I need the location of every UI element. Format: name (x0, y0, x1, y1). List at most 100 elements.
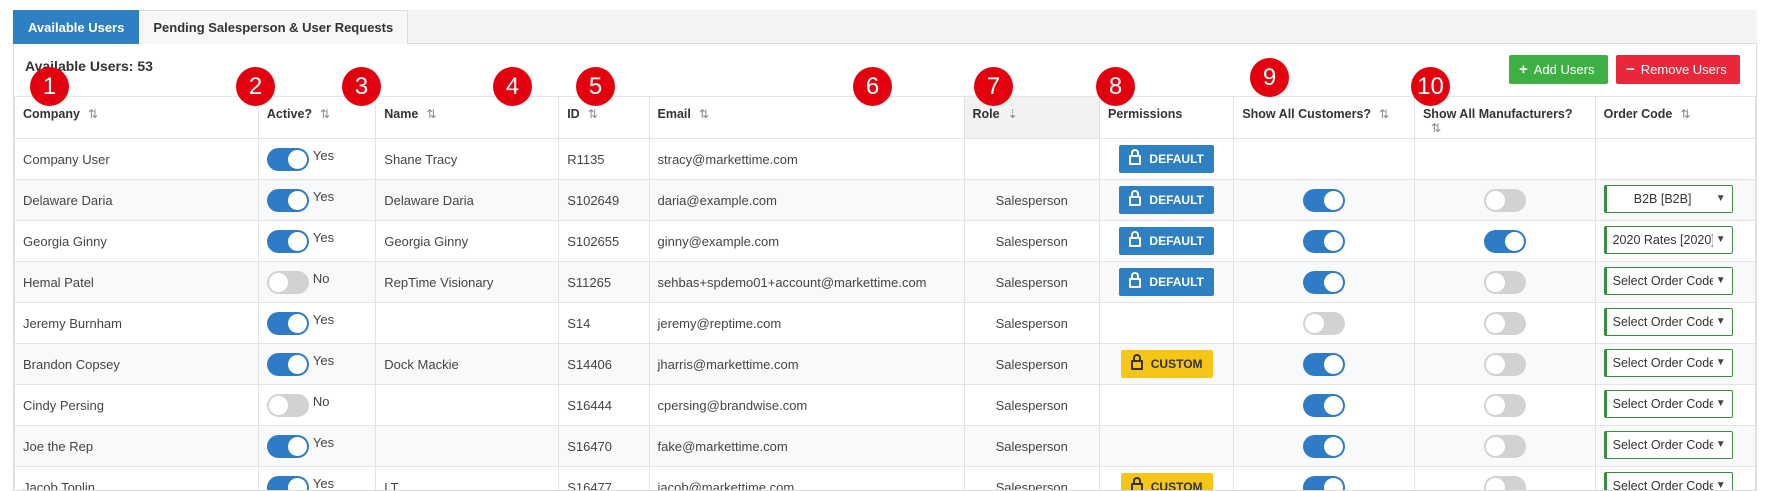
toggle-switch[interactable] (266, 352, 309, 376)
toggle-knob (1485, 313, 1505, 333)
permission-label: DEFAULT (1149, 152, 1204, 166)
sort-icon[interactable]: ⇅ (426, 107, 436, 121)
cell-active: No (257, 261, 377, 303)
cell-show-customers (1233, 425, 1415, 467)
chevron-down-icon: ▼ (1715, 357, 1726, 368)
cell-role (963, 138, 1100, 180)
cell-name: LT (375, 466, 560, 490)
permission-default-button[interactable]: DEFAULT (1119, 145, 1214, 173)
toggle-switch[interactable] (1303, 434, 1346, 458)
toggle-switch[interactable] (1303, 475, 1346, 490)
cell-permissions: DEFAULT (1098, 261, 1235, 303)
toggle-switch[interactable] (1303, 270, 1346, 294)
sort-icon[interactable]: ⇅ (1431, 121, 1441, 135)
toggle-switch[interactable] (1483, 311, 1526, 335)
toggle-switch[interactable] (1483, 352, 1526, 376)
toggle-switch[interactable] (266, 434, 309, 458)
cell-email: jharris@markettime.com (648, 343, 965, 385)
permission-default-button[interactable]: DEFAULT (1119, 186, 1214, 214)
step-marker-8: 8 (1096, 67, 1135, 106)
toggle-knob (287, 231, 307, 251)
permission-default-button[interactable]: DEFAULT (1119, 227, 1214, 255)
permission-label: DEFAULT (1149, 234, 1204, 248)
toggle-switch[interactable] (1303, 188, 1346, 212)
order-code-select[interactable]: B2B [B2B] ▼ (1603, 185, 1733, 213)
step-marker-10: 10 (1411, 67, 1450, 106)
table-row: Georgia Ginny Yes Georgia Ginny S102655 ginn… (14, 220, 1756, 262)
column-header-name[interactable]: Name ⇅ (375, 96, 560, 139)
column-header-show-manufacturers[interactable]: Show All Manufacturers?⇅ (1413, 96, 1596, 139)
order-code-select[interactable]: Select Order Code ▼ (1603, 431, 1733, 459)
toggle-switch[interactable] (1303, 311, 1346, 335)
toggle-knob (1485, 354, 1505, 374)
toggle-switch[interactable] (1483, 188, 1526, 212)
toggle-switch[interactable] (1483, 475, 1526, 490)
sort-icon[interactable]: ⇅ (588, 107, 598, 121)
toggle-knob (287, 436, 307, 456)
order-code-select[interactable]: Select Order Code ▼ (1603, 472, 1733, 491)
order-code-value: Select Order Code (1612, 397, 1713, 411)
sort-icon[interactable]: ⇅ (1680, 107, 1690, 121)
cell-email: ginny@example.com (648, 220, 965, 262)
order-code-select[interactable]: 2020 Rates [2020] ▼ (1603, 226, 1733, 254)
column-header-email[interactable]: Email ⇅ (648, 96, 965, 139)
cell-role: Salesperson (963, 261, 1100, 303)
cell-role: Salesperson (963, 343, 1100, 385)
toggle-knob (1485, 395, 1505, 415)
tab-available-users[interactable]: Available Users (13, 10, 140, 44)
add-users-button[interactable]: + Add Users (1509, 55, 1608, 84)
chevron-down-icon: ▼ (1715, 275, 1726, 286)
sort-icon[interactable]: ⇅ (1379, 107, 1389, 121)
column-header-order-code[interactable]: Order Code ⇅ (1594, 96, 1756, 139)
order-code-select[interactable]: Select Order Code ▼ (1603, 349, 1733, 377)
toggle-switch[interactable] (266, 393, 309, 417)
permission-custom-button[interactable]: CUSTOM (1120, 473, 1213, 490)
toggle-switch[interactable] (266, 475, 309, 490)
cell-company: Jacob Toplin (14, 466, 259, 490)
cell-show-manufacturers (1413, 384, 1596, 426)
order-code-value: 2020 Rates [2020] (1612, 233, 1713, 247)
column-header-show-customers[interactable]: Show All Customers? ⇅ (1233, 96, 1415, 139)
order-code-select[interactable]: Select Order Code ▼ (1603, 267, 1733, 295)
sort-icon[interactable]: ⇅ (699, 107, 709, 121)
toggle-knob (268, 272, 288, 292)
toggle-knob (287, 313, 307, 333)
table-body: Company User Yes Shane Tracy R1135 stracy@ma… (14, 138, 1756, 491)
sort-icon[interactable]: ⇣ (1008, 107, 1018, 121)
permission-label: CUSTOM (1150, 357, 1203, 371)
chevron-down-icon: ▼ (1715, 480, 1726, 491)
toggle-switch[interactable] (1303, 352, 1346, 376)
permission-default-button[interactable]: DEFAULT (1119, 268, 1214, 296)
toggle-switch[interactable] (1483, 229, 1526, 253)
cell-company: Hemal Patel (14, 261, 259, 303)
cell-show-customers (1233, 179, 1415, 221)
toggle-switch[interactable] (1483, 434, 1526, 458)
tab-pending-requests[interactable]: Pending Salesperson & User Requests (139, 10, 409, 44)
toggle-switch[interactable] (1303, 393, 1346, 417)
order-code-select[interactable]: Select Order Code ▼ (1603, 308, 1733, 336)
sort-icon[interactable]: ⇅ (320, 107, 330, 121)
cell-id: R1135 (558, 138, 650, 180)
toggle-switch[interactable] (1483, 393, 1526, 417)
toggle-switch[interactable] (266, 311, 309, 335)
toggle-knob (1324, 354, 1344, 374)
sort-icon[interactable]: ⇅ (88, 107, 98, 121)
remove-users-button[interactable]: − Remove Users (1616, 55, 1740, 84)
cell-email: daria@example.com (648, 179, 965, 221)
toggle-switch[interactable] (266, 188, 309, 212)
toggle-switch[interactable] (266, 229, 309, 253)
order-code-select[interactable]: Select Order Code ▼ (1603, 390, 1733, 418)
cell-name: Dock Mackie (375, 343, 560, 385)
table-row: Cindy Persing No S16444 cpersing@brandwise.… (14, 384, 1756, 426)
toggle-switch[interactable] (1483, 270, 1526, 294)
cell-order-code: Select Order Code ▼ (1594, 261, 1756, 303)
active-status-text: Yes (312, 352, 335, 368)
toggle-switch[interactable] (1303, 229, 1346, 253)
toggle-knob (1485, 436, 1505, 456)
step-marker-5: 5 (576, 67, 615, 106)
step-marker-7: 7 (974, 67, 1013, 106)
toggle-switch[interactable] (266, 147, 309, 171)
permission-custom-button[interactable]: CUSTOM (1120, 350, 1213, 378)
add-users-label: Add Users (1533, 62, 1595, 77)
toggle-switch[interactable] (266, 270, 309, 294)
